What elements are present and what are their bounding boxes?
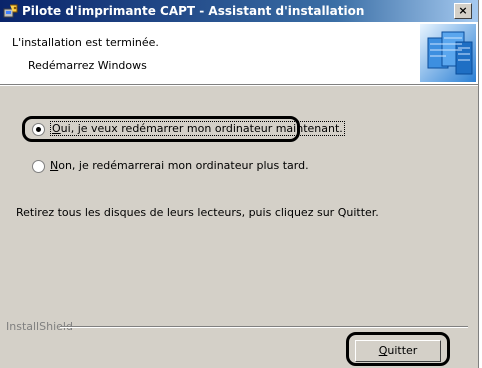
- close-icon: ×: [458, 4, 468, 17]
- instructions-text: Retirez tous les disques de leurs lecteu…: [16, 206, 379, 219]
- computer-graphic-icon: [420, 24, 476, 82]
- restart-later-label[interactable]: Non, je redémarrerai mon ordinateur plus…: [50, 159, 309, 172]
- callout-highlight-quit: [346, 332, 450, 366]
- installer-icon: [3, 4, 18, 18]
- restart-later-text: on, je redémarrerai mon ordinateur plus …: [58, 159, 309, 172]
- header-title: L'installation est terminée.: [12, 36, 159, 49]
- installer-window: Pilote d'imprimante CAPT - Assistant d'i…: [0, 0, 479, 368]
- callout-highlight-restart-now: [22, 116, 300, 142]
- close-button[interactable]: ×: [454, 3, 472, 19]
- restart-later-mnemonic: N: [50, 159, 59, 172]
- footer-divider-highlight: [60, 327, 468, 328]
- restart-later-radio[interactable]: [32, 160, 45, 173]
- header-separator: [0, 85, 478, 86]
- window-title: Pilote d'imprimante CAPT - Assistant d'i…: [22, 4, 365, 18]
- title-bar[interactable]: Pilote d'imprimante CAPT - Assistant d'i…: [0, 0, 478, 22]
- wizard-header: L'installation est terminée. Redémarrez …: [0, 22, 478, 85]
- header-subtitle: Redémarrez Windows: [28, 59, 147, 72]
